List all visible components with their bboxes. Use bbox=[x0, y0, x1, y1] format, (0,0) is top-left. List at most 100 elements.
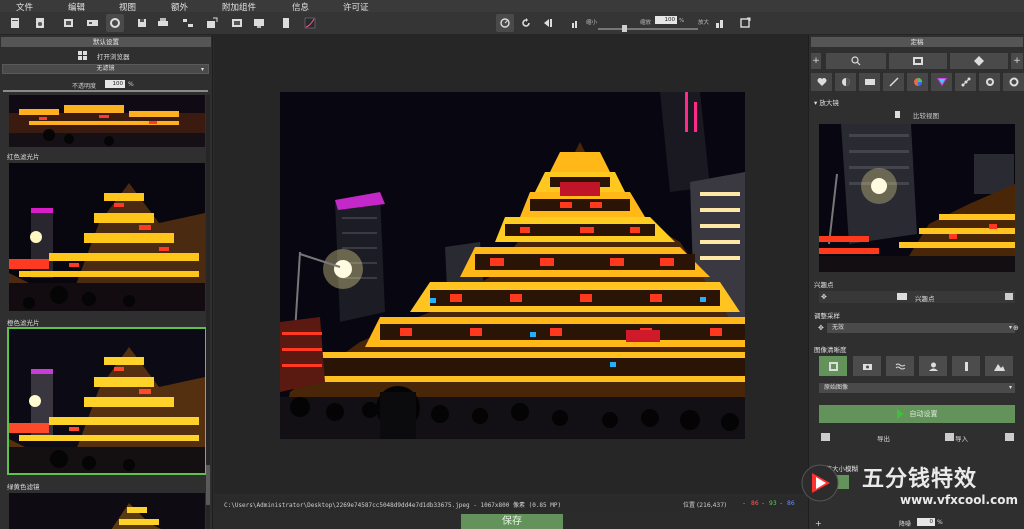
monitor-icon[interactable] bbox=[252, 16, 266, 30]
grid-icon bbox=[78, 51, 88, 62]
sharpen-preset-1-icon[interactable] bbox=[819, 356, 847, 376]
watermark: 五分钱特效 www.vfxcool.com bbox=[800, 461, 1024, 511]
brush-icon[interactable] bbox=[883, 73, 904, 91]
noise-label: 降噪 bbox=[899, 521, 912, 528]
landscape-icon[interactable] bbox=[985, 356, 1013, 376]
flip-icon[interactable] bbox=[541, 16, 555, 30]
fit-icon[interactable] bbox=[738, 16, 752, 30]
compare-view-row[interactable]: 比较视图 bbox=[819, 109, 1015, 121]
tab-point[interactable] bbox=[950, 53, 1008, 69]
nodes-icon[interactable] bbox=[955, 73, 976, 91]
main-image[interactable] bbox=[280, 92, 745, 439]
opacity-row: 不透明度 100 % bbox=[0, 79, 212, 93]
export-preset-label[interactable]: 导出 bbox=[877, 433, 890, 443]
import-preset-label[interactable]: 导入 bbox=[955, 433, 968, 443]
blue-value: 86 bbox=[787, 500, 795, 507]
noise-add-icon[interactable]: + bbox=[815, 519, 822, 528]
preset-scrollbar[interactable] bbox=[206, 95, 210, 529]
save-button[interactable]: 保存 bbox=[461, 514, 563, 529]
preset-thumb-greenyellow[interactable] bbox=[9, 493, 205, 529]
preset-scrollbar-thumb[interactable] bbox=[206, 465, 210, 505]
resample-select[interactable]: 无效 ▾ bbox=[827, 323, 1015, 333]
add-icon[interactable]: + bbox=[811, 53, 821, 69]
separator-b: - bbox=[780, 500, 783, 507]
copy-icon[interactable] bbox=[62, 16, 76, 30]
zoom-control: 缩小 缩放 100 % 放大 bbox=[570, 15, 740, 33]
noise-input[interactable]: 0 bbox=[917, 518, 935, 526]
crop-icon[interactable] bbox=[230, 16, 244, 30]
info-icon[interactable] bbox=[279, 16, 293, 30]
open-icon[interactable] bbox=[8, 16, 22, 30]
preset-label-greenyellow: 绿黄色滤镜 bbox=[7, 483, 40, 491]
preset-thumb-prev[interactable] bbox=[9, 95, 205, 147]
zoom-slider-thumb[interactable] bbox=[622, 25, 627, 32]
gear-icon[interactable] bbox=[1003, 73, 1024, 91]
zoom-input[interactable]: 100 bbox=[655, 16, 677, 24]
preset-thumb-orange[interactable] bbox=[7, 327, 207, 475]
image-canvas bbox=[214, 35, 808, 494]
import-file-icon[interactable] bbox=[1005, 433, 1014, 441]
filter-icon[interactable] bbox=[931, 73, 952, 91]
tab-image[interactable] bbox=[889, 53, 947, 69]
color-wheel-icon[interactable] bbox=[907, 73, 928, 91]
zoom-slider[interactable] bbox=[598, 28, 698, 30]
lens-icon[interactable] bbox=[979, 73, 1000, 91]
watermark-url: www.vfxcool.com bbox=[900, 493, 1018, 507]
curve-icon[interactable] bbox=[303, 16, 317, 30]
diamond-icon bbox=[974, 56, 984, 66]
batch-icon[interactable] bbox=[86, 16, 100, 30]
rotate-free-icon[interactable] bbox=[496, 14, 514, 32]
finalize-header: 定稿 bbox=[811, 37, 1023, 47]
presets-header: 默认设置 bbox=[1, 37, 211, 47]
camera-icon[interactable] bbox=[853, 356, 881, 376]
figure-icon[interactable] bbox=[952, 356, 980, 376]
heart-icon[interactable] bbox=[811, 73, 832, 91]
separator-r: - bbox=[743, 500, 746, 507]
opacity-label: 不透明度 bbox=[72, 83, 97, 90]
layers-icon[interactable] bbox=[181, 16, 195, 30]
rotate-icon[interactable] bbox=[519, 16, 533, 30]
open-browser-row[interactable]: 打开浏览器 bbox=[0, 50, 212, 62]
zoom-unit: % bbox=[679, 18, 685, 24]
auto-settings-button[interactable]: 自动设置 bbox=[819, 405, 1015, 423]
zoom-label: 缩放 bbox=[640, 20, 652, 26]
export-icon[interactable] bbox=[205, 16, 219, 30]
contrast-icon[interactable] bbox=[835, 73, 856, 91]
original-image-select[interactable]: 原始图像 ▾ bbox=[819, 383, 1015, 393]
tab-magnifier[interactable] bbox=[826, 53, 886, 69]
presets-panel: 默认设置 打开浏览器 无滤镜 ▾ 不透明度 100 % 红色滤光片 橙色滤光片 … bbox=[0, 35, 213, 529]
zoom-out-icon[interactable] bbox=[568, 17, 582, 31]
portrait-icon[interactable] bbox=[919, 356, 947, 376]
import-export-row: 导出 导入 bbox=[819, 432, 1015, 444]
import-preset-icon[interactable] bbox=[945, 433, 954, 441]
sharpen-section: 图像清晰度 bbox=[814, 346, 847, 354]
finalize-tabs: + + bbox=[811, 53, 1023, 69]
save-file-icon[interactable] bbox=[33, 16, 47, 30]
magnifier-preview[interactable] bbox=[819, 124, 1015, 272]
settings-icon[interactable] bbox=[106, 14, 124, 32]
poi-section: 兴趣点 bbox=[814, 281, 834, 289]
tab-add[interactable]: + bbox=[1011, 53, 1023, 69]
print-icon[interactable] bbox=[156, 16, 170, 30]
finalize-tools bbox=[811, 73, 1024, 91]
magnifier-title: 放大镜 bbox=[819, 99, 839, 107]
opacity-input[interactable]: 100 bbox=[105, 80, 125, 88]
preset-thumb-red[interactable] bbox=[9, 163, 205, 311]
zoom-in-icon[interactable] bbox=[713, 17, 727, 31]
resample-icon: ✥ bbox=[818, 324, 824, 332]
opacity-slider[interactable] bbox=[3, 90, 208, 92]
poi-reset-icon[interactable] bbox=[1005, 293, 1013, 300]
image-icon bbox=[913, 57, 923, 65]
card-icon[interactable] bbox=[859, 73, 880, 91]
poi-row[interactable]: ✥ 兴趣点 bbox=[819, 291, 1015, 303]
floppy-icon[interactable] bbox=[135, 16, 149, 30]
preset-list: 红色滤光片 橙色滤光片 绿黄色滤镜 bbox=[0, 95, 210, 529]
export-preset-icon[interactable] bbox=[821, 433, 830, 441]
filter-select[interactable]: 无滤镜 bbox=[2, 64, 209, 74]
poi-label: 兴趣点 bbox=[915, 295, 935, 303]
waves-icon[interactable] bbox=[886, 356, 914, 376]
magnifier-icon bbox=[851, 56, 861, 66]
status-bar: C:\Users\Administrator\Desktop\2269e7458… bbox=[214, 497, 808, 511]
resample-help-icon[interactable]: ⊕ bbox=[1013, 324, 1019, 332]
watermark-logo-icon bbox=[801, 464, 839, 502]
